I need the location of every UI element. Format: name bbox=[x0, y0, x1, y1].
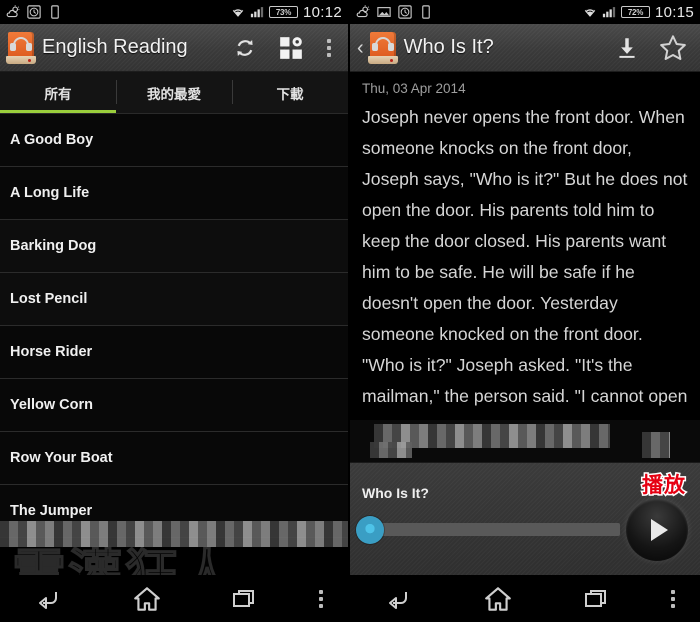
wifi-icon bbox=[232, 8, 244, 17]
overflow-icon bbox=[327, 38, 331, 57]
nav-menu-button[interactable] bbox=[294, 589, 348, 608]
alarm-icon bbox=[27, 5, 41, 19]
action-bar: English Reading bbox=[0, 24, 348, 72]
alarm-icon bbox=[398, 5, 412, 19]
page-title: Who Is It? bbox=[403, 36, 494, 58]
clock: 10:12 bbox=[302, 3, 342, 21]
home-icon bbox=[485, 586, 511, 611]
status-bar-left-icons bbox=[356, 5, 433, 19]
up-navigation-button[interactable]: ‹ bbox=[354, 38, 366, 58]
list-item[interactable]: Horse Rider bbox=[0, 326, 348, 379]
censored-overlay bbox=[370, 442, 412, 458]
favorite-button[interactable] bbox=[650, 24, 696, 72]
tab-all[interactable]: 所有 bbox=[0, 72, 116, 114]
list-item[interactable]: Row Your Boat bbox=[0, 432, 348, 485]
tab-bar: 所有 我的最愛 下載 bbox=[0, 72, 348, 114]
list-item-title: Barking Dog bbox=[10, 238, 97, 254]
weather-icon bbox=[6, 5, 20, 18]
battery-indicator: 73% bbox=[268, 6, 298, 18]
nav-recents-button[interactable] bbox=[196, 587, 294, 611]
censored-banner bbox=[0, 521, 348, 547]
home-icon bbox=[134, 586, 160, 611]
status-bar: 72% 10:15 bbox=[350, 0, 700, 24]
refresh-icon bbox=[237, 39, 253, 56]
refresh-button[interactable] bbox=[222, 24, 268, 72]
list-item[interactable]: A Good Boy bbox=[0, 114, 348, 167]
system-nav-bar bbox=[350, 575, 700, 622]
tab-favorites[interactable]: 我的最愛 bbox=[116, 72, 232, 114]
list-item[interactable]: A Long Life bbox=[0, 167, 348, 220]
article-date: Thu, 03 Apr 2014 bbox=[350, 72, 700, 100]
download-button[interactable] bbox=[604, 24, 650, 72]
seek-bar[interactable] bbox=[356, 516, 620, 544]
status-bar-left-icons bbox=[6, 5, 62, 19]
play-button[interactable] bbox=[626, 499, 688, 561]
list-item[interactable]: Barking Dog bbox=[0, 220, 348, 273]
list-item-title: A Long Life bbox=[10, 185, 90, 201]
grid-icon bbox=[280, 36, 302, 59]
status-bar-right-icons: 73% 10:12 bbox=[231, 4, 342, 21]
weather-icon bbox=[356, 5, 370, 18]
system-nav-bar bbox=[0, 575, 348, 622]
wifi-icon bbox=[584, 8, 596, 17]
list-item-title: Horse Rider bbox=[10, 344, 93, 360]
ad-banner[interactable] bbox=[350, 420, 700, 462]
battery-level: 73% bbox=[275, 7, 292, 17]
status-bar-right-icons: 72% 10:15 bbox=[583, 4, 694, 21]
nav-back-button[interactable] bbox=[0, 586, 98, 612]
nav-home-button[interactable] bbox=[449, 585, 548, 613]
download-icon bbox=[619, 37, 635, 58]
list-item[interactable]: Yellow Corn bbox=[0, 379, 348, 432]
seek-thumb[interactable] bbox=[356, 516, 384, 544]
tab-downloads-label: 下載 bbox=[276, 87, 304, 102]
tab-all-label: 所有 bbox=[44, 87, 72, 102]
device-icon bbox=[422, 5, 430, 19]
player-track-title: Who Is It? bbox=[362, 485, 429, 501]
lesson-list: A Good Boy A Long Life Barking Dog Lost … bbox=[0, 114, 348, 538]
clock: 10:15 bbox=[654, 3, 694, 21]
menu-icon bbox=[319, 589, 323, 608]
nav-home-button[interactable] bbox=[98, 585, 196, 613]
list-item-title: The Jumper bbox=[10, 503, 93, 519]
recents-icon bbox=[584, 589, 606, 607]
app-logo-icon bbox=[6, 31, 36, 64]
status-bar: 73% 10:12 bbox=[0, 0, 348, 24]
article-body: Joseph never opens the front door. When … bbox=[350, 100, 700, 441]
action-bar-buttons bbox=[604, 24, 696, 72]
dual-screenshot: 73% 10:12 English Reading 所有 我的最愛 下載 A G… bbox=[0, 0, 700, 622]
tab-downloads[interactable]: 下載 bbox=[232, 72, 348, 114]
battery-indicator: 72% bbox=[620, 6, 650, 18]
back-icon bbox=[39, 591, 57, 609]
list-item-title: Lost Pencil bbox=[10, 291, 88, 307]
list-item-title: Row Your Boat bbox=[10, 450, 113, 466]
star-icon bbox=[660, 34, 686, 60]
battery-level: 72% bbox=[627, 7, 644, 17]
list-item-title: Yellow Corn bbox=[10, 397, 93, 413]
right-phone-screen: 72% 10:15 ‹ Who Is It? Thu, 03 Apr 2014 … bbox=[350, 0, 700, 622]
tab-favorites-label: 我的最愛 bbox=[147, 87, 201, 102]
image-icon bbox=[377, 7, 391, 17]
overflow-menu-button[interactable] bbox=[314, 24, 344, 72]
signal-icon bbox=[250, 7, 264, 18]
left-phone-screen: 73% 10:12 English Reading 所有 我的最愛 下載 A G… bbox=[0, 0, 350, 622]
menu-icon bbox=[671, 589, 676, 608]
nav-back-button[interactable] bbox=[350, 586, 449, 612]
recents-icon bbox=[233, 589, 254, 607]
app-logo-icon bbox=[367, 31, 398, 64]
nav-menu-button[interactable] bbox=[646, 589, 700, 608]
list-item[interactable]: Lost Pencil bbox=[0, 273, 348, 326]
app-title: English Reading bbox=[42, 36, 188, 58]
audio-player: Who Is It? 播放 bbox=[350, 462, 700, 575]
action-bar: ‹ Who Is It? bbox=[350, 24, 700, 72]
back-icon bbox=[389, 591, 408, 609]
action-bar-buttons bbox=[222, 24, 344, 72]
list-item-title: A Good Boy bbox=[10, 132, 94, 148]
play-icon bbox=[650, 519, 668, 541]
device-icon bbox=[51, 5, 59, 19]
nav-recents-button[interactable] bbox=[547, 587, 646, 611]
categories-button[interactable] bbox=[268, 24, 314, 72]
play-annotation-label: 播放 bbox=[641, 472, 687, 499]
censored-overlay bbox=[642, 432, 670, 458]
signal-icon bbox=[602, 7, 616, 18]
